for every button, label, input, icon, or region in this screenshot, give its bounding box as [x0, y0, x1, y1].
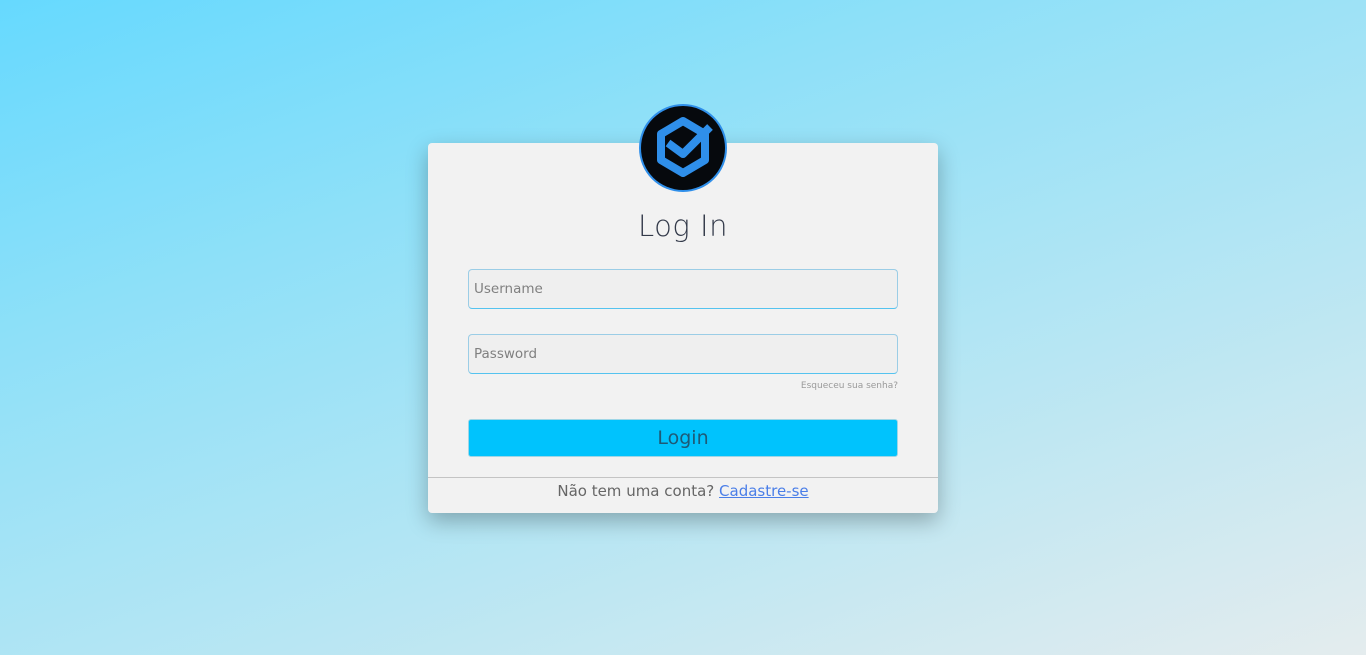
forgot-password-link[interactable]: Esqueceu sua senha?	[801, 381, 898, 391]
login-title: Log In	[638, 209, 728, 243]
brand-logo-icon	[638, 103, 728, 193]
password-input[interactable]	[468, 334, 898, 374]
signup-link[interactable]: Cadastre-se	[719, 482, 809, 500]
login-card: Log In Esqueceu sua senha? Login Não tem…	[428, 104, 938, 513]
username-input[interactable]	[468, 269, 898, 309]
signup-prompt-text: Não tem uma conta?	[557, 482, 715, 500]
signup-prompt: Não tem uma conta? Cadastre-se	[428, 482, 938, 500]
divider	[428, 477, 938, 478]
login-button[interactable]: Login	[468, 419, 898, 457]
